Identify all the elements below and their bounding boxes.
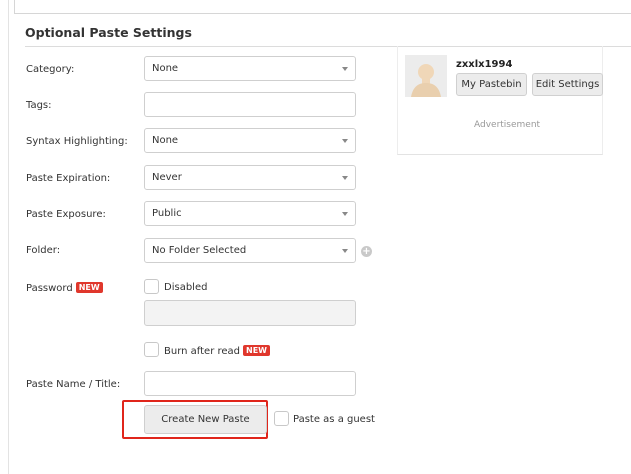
syntax-label: Syntax Highlighting:	[26, 136, 128, 147]
exposure-label: Paste Exposure:	[26, 209, 106, 220]
exposure-select[interactable]: Public	[144, 201, 356, 226]
folder-label: Folder:	[26, 245, 61, 256]
paste-name-label: Paste Name / Title:	[26, 379, 121, 390]
advertisement-label: Advertisement	[474, 120, 541, 130]
left-border	[8, 0, 9, 474]
syntax-select[interactable]: None	[144, 128, 356, 153]
tags-input[interactable]	[144, 92, 356, 117]
paste-as-guest-label: Paste as a guest	[293, 414, 375, 425]
folder-select[interactable]: No Folder Selected	[144, 238, 356, 263]
burn-after-read-label: Burn after read NEW	[164, 345, 270, 357]
password-input[interactable]	[144, 300, 356, 326]
folder-value: No Folder Selected	[152, 245, 247, 256]
create-new-paste-button[interactable]: Create New Paste	[144, 405, 267, 434]
section-title: Optional Paste Settings	[25, 25, 192, 40]
tags-label: Tags:	[26, 100, 52, 111]
burn-label-text: Burn after read	[164, 346, 241, 357]
chevron-down-icon	[342, 212, 348, 216]
edit-settings-button[interactable]: Edit Settings	[532, 73, 603, 96]
expiration-value: Never	[152, 172, 182, 183]
category-label: Category:	[26, 64, 75, 75]
new-badge: NEW	[243, 345, 270, 356]
chevron-down-icon	[342, 176, 348, 180]
syntax-value: None	[152, 135, 179, 146]
chevron-down-icon	[342, 249, 348, 253]
paste-name-input[interactable]	[144, 371, 356, 396]
user-avatar-icon[interactable]	[405, 55, 447, 97]
username[interactable]: zxxlx1994	[456, 59, 512, 70]
expiration-label: Paste Expiration:	[26, 173, 111, 184]
paste-as-guest-checkbox[interactable]	[274, 411, 289, 426]
new-badge: NEW	[75, 282, 103, 293]
password-checkbox-label: Disabled	[164, 282, 208, 293]
expiration-select[interactable]: Never	[144, 165, 356, 190]
burn-after-read-checkbox[interactable]	[144, 342, 159, 357]
my-pastebin-button[interactable]: My Pastebin	[456, 73, 527, 96]
exposure-value: Public	[152, 208, 182, 219]
password-label-text: Password	[26, 283, 73, 294]
chevron-down-icon	[342, 139, 348, 143]
chevron-down-icon	[342, 67, 348, 71]
paste-textarea-bottom[interactable]	[14, 0, 631, 14]
plus-circle-icon[interactable]: +	[361, 246, 372, 257]
category-select[interactable]: None	[144, 56, 356, 81]
password-checkbox[interactable]	[144, 279, 159, 294]
password-label: Password NEW	[26, 282, 103, 294]
category-value: None	[152, 63, 179, 74]
